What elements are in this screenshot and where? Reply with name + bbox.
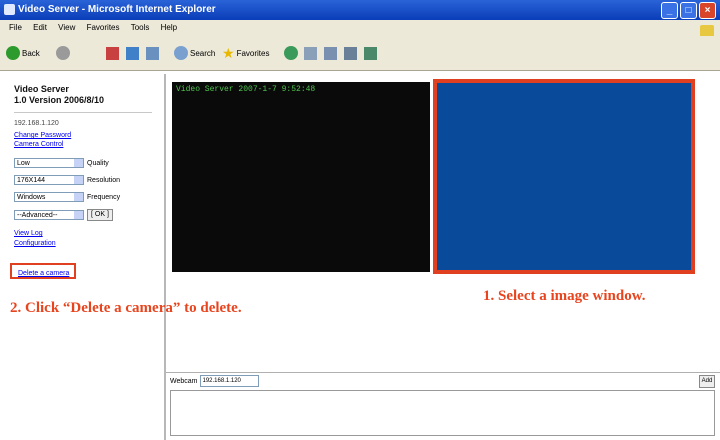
server-name: Video Server [14, 84, 69, 94]
mail-icon [324, 46, 337, 60]
forward-arrow-icon [56, 46, 70, 60]
print-icon [344, 46, 357, 60]
refresh-button[interactable] [126, 45, 139, 61]
resolution-select[interactable]: 176X144 [14, 175, 84, 185]
configuration-link[interactable]: Configuration [14, 240, 56, 247]
resolution-value: 176X144 [17, 177, 46, 184]
menu-file[interactable]: File [9, 23, 22, 32]
stop-icon [106, 46, 119, 60]
maximize-icon[interactable]: □ [680, 2, 697, 19]
resolution-label: Resolution [87, 176, 121, 184]
search-button[interactable]: Search [174, 45, 215, 61]
video-window-2-selected[interactable] [433, 79, 695, 274]
window-titlebar: Video Server - Microsoft Internet Explor… [0, 0, 720, 20]
divider [14, 112, 152, 113]
home-button[interactable] [146, 45, 159, 61]
menu-favorites[interactable]: Favorites [87, 23, 120, 32]
search-icon [174, 46, 188, 60]
stop-button[interactable] [106, 45, 119, 61]
address-input[interactable]: 192.168.1.120 [199, 375, 259, 387]
server-ip: 192.168.1.120 [14, 120, 59, 127]
frequency-select[interactable]: Windows [14, 192, 84, 202]
media-icon [284, 46, 298, 60]
advanced-select[interactable]: --Advanced-- [14, 210, 84, 220]
history-icon [304, 46, 317, 60]
quality-label: Quality [87, 159, 109, 167]
browser-toolbar: Back Search ★ Favorites [0, 36, 720, 71]
video-osd-text: Video Server 2007-1-7 9:52:48 [176, 85, 316, 94]
log-pane [170, 390, 715, 436]
back-label: Back [22, 48, 40, 58]
mail-button[interactable] [324, 45, 337, 61]
close-icon[interactable]: × [699, 2, 716, 19]
window-title: Video Server - Microsoft Internet Explor… [18, 4, 216, 15]
ie-icon [4, 4, 15, 15]
step1-annotation: 1. Select a image window. [483, 288, 646, 304]
address-label: Webcam [170, 377, 198, 385]
resolution-row: 176X144 Resolution [14, 175, 120, 185]
messenger-button[interactable] [364, 45, 377, 61]
sidebar: Video Server 1.0 Version 2006/8/10 192.1… [5, 74, 166, 440]
server-version: 1.0 Version 2006/8/10 [14, 95, 105, 105]
menu-tools[interactable]: Tools [131, 23, 150, 32]
frequency-value: Windows [17, 194, 46, 201]
favorites-label: Favorites [236, 48, 270, 58]
delete-camera-highlight [10, 263, 76, 279]
refresh-icon [126, 46, 139, 60]
back-arrow-icon [6, 46, 20, 60]
quality-row: Low Quality [14, 158, 109, 168]
advanced-value: --Advanced-- [17, 212, 58, 219]
media-button[interactable] [284, 45, 300, 61]
menu-view[interactable]: View [58, 23, 75, 32]
window-controls: _ □ × [661, 2, 716, 19]
menu-help[interactable]: Help [161, 23, 177, 32]
chevron-down-icon [74, 159, 83, 167]
favorites-button[interactable]: ★ Favorites [222, 45, 269, 61]
frequency-label: Frequency [87, 193, 121, 201]
quality-value: Low [17, 160, 30, 167]
messenger-icon [364, 46, 377, 60]
print-button[interactable] [344, 45, 357, 61]
chevron-down-icon [74, 176, 83, 184]
change-password-link[interactable]: Change Password [14, 132, 71, 139]
step2-annotation: 2. Click “Delete a camera” to delete. [10, 300, 242, 316]
divider [166, 372, 720, 373]
home-icon [146, 46, 159, 60]
forward-button[interactable] [56, 45, 72, 61]
add-button[interactable]: Add [699, 375, 715, 388]
video-window-1[interactable]: Video Server 2007-1-7 9:52:48 [172, 82, 430, 272]
history-button[interactable] [304, 45, 317, 61]
menu-edit[interactable]: Edit [33, 23, 47, 32]
quality-select[interactable]: Low [14, 158, 84, 168]
chevron-down-icon [74, 211, 83, 219]
camera-control-link[interactable]: Camera Control [14, 141, 63, 148]
advanced-row: --Advanced-- [ OK ] [14, 209, 113, 221]
server-title: Video Server 1.0 Version 2006/8/10 [14, 84, 104, 106]
star-icon: ★ [222, 44, 235, 61]
search-label: Search [190, 48, 216, 58]
menu-bar: File Edit View Favorites Tools Help [0, 20, 720, 37]
frequency-row: Windows Frequency [14, 192, 120, 202]
ok-button[interactable]: [ OK ] [87, 209, 113, 221]
minimize-icon[interactable]: _ [661, 2, 678, 19]
chevron-down-icon [74, 193, 83, 201]
address-bar: Webcam 192.168.1.120 Add [170, 375, 715, 388]
view-log-link[interactable]: View Log [14, 230, 43, 237]
back-button[interactable]: Back [6, 45, 40, 61]
